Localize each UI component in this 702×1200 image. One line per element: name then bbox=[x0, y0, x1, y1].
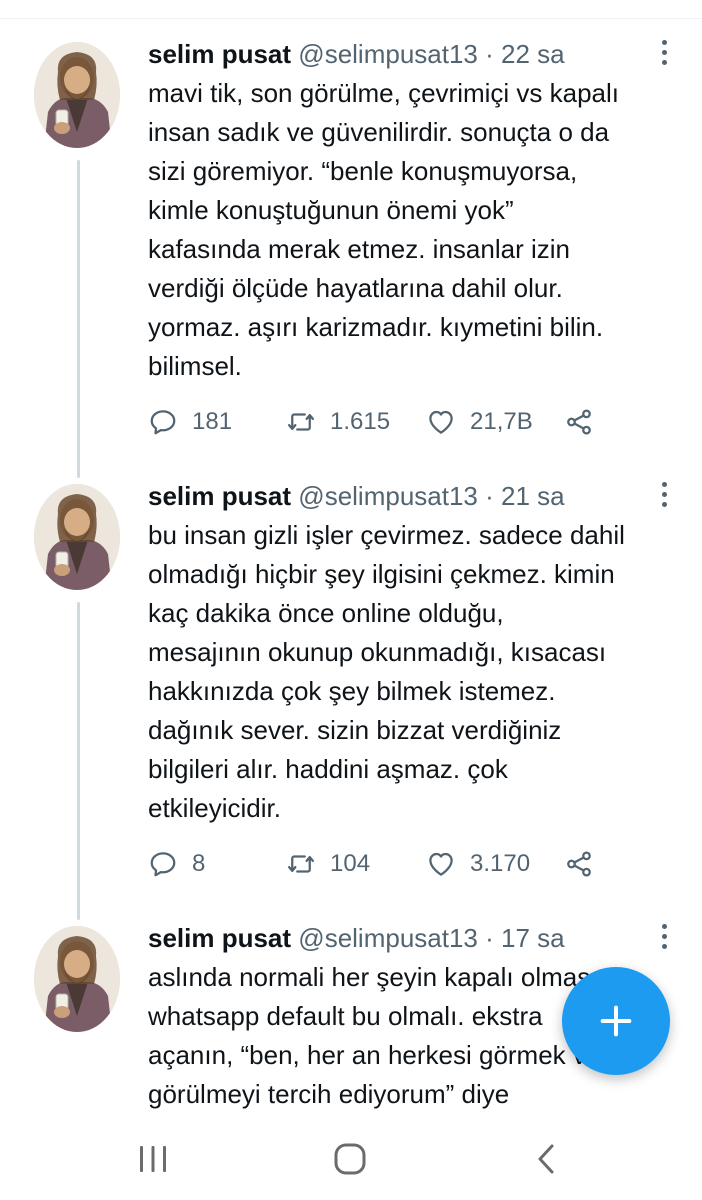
tweet-header: selim pusat @selimpusat13 · 21 sa bbox=[148, 478, 684, 514]
recents-button[interactable] bbox=[128, 1134, 178, 1184]
avatar[interactable] bbox=[34, 42, 120, 148]
more-vertical-icon[interactable] bbox=[658, 924, 670, 952]
share-button[interactable] bbox=[564, 844, 608, 884]
separator-dot: · bbox=[485, 481, 494, 511]
avatar-image bbox=[34, 926, 120, 1032]
separator-dot: · bbox=[485, 39, 494, 69]
separator-dot: · bbox=[485, 923, 494, 953]
tweet-text: bu insan gizli işler çevirmez. sadece da… bbox=[148, 520, 625, 823]
retweet-count: 1.615 bbox=[330, 408, 391, 435]
reply-button[interactable]: 181 bbox=[148, 402, 232, 442]
more-vertical-icon[interactable] bbox=[658, 482, 670, 510]
tweet-body: selim pusat @selimpusat13 · 21 sa bu ins… bbox=[148, 478, 684, 828]
system-nav-bar bbox=[0, 1120, 702, 1200]
tweet-header: selim pusat @selimpusat13 · 17 sa bbox=[148, 920, 684, 956]
like-count: 21,7B bbox=[470, 408, 533, 435]
heart-icon bbox=[429, 410, 453, 434]
retweet-button[interactable]: 104 bbox=[286, 844, 370, 884]
heart-icon bbox=[429, 852, 453, 876]
back-icon bbox=[538, 1144, 554, 1174]
timestamp[interactable]: 21 sa bbox=[501, 481, 565, 511]
user-handle[interactable]: @selimpusat13 bbox=[298, 39, 478, 69]
user-handle[interactable]: @selimpusat13 bbox=[298, 923, 478, 953]
avatar-image bbox=[34, 42, 120, 148]
timeline: selim pusat @selimpusat13 · 22 sa mavi t… bbox=[0, 0, 702, 1117]
share-button[interactable] bbox=[564, 402, 608, 442]
share-icon bbox=[567, 851, 591, 877]
avatar[interactable] bbox=[34, 926, 120, 1032]
tweet-header: selim pusat @selimpusat13 · 22 sa bbox=[148, 36, 684, 72]
back-button[interactable] bbox=[522, 1134, 572, 1184]
plus-icon bbox=[600, 1005, 632, 1037]
reply-button[interactable]: 8 bbox=[148, 844, 205, 884]
avatar-image bbox=[34, 484, 120, 590]
like-button[interactable]: 3.170 bbox=[426, 844, 530, 884]
tweet-text: mavi tik, son görülme, çevrimiçi vs kapa… bbox=[148, 78, 620, 381]
like-button[interactable]: 21,7B bbox=[426, 402, 533, 442]
home-button[interactable] bbox=[325, 1134, 375, 1184]
tweet-actions: 181 1.615 21,7B bbox=[148, 402, 618, 442]
retweet-button[interactable]: 1.615 bbox=[286, 402, 390, 442]
like-count: 3.170 bbox=[470, 850, 531, 877]
reply-icon bbox=[150, 852, 176, 877]
reply-count: 8 bbox=[192, 850, 206, 877]
display-name[interactable]: selim pusat bbox=[148, 481, 291, 511]
retweet-icon bbox=[288, 855, 314, 873]
display-name[interactable]: selim pusat bbox=[148, 39, 291, 69]
retweet-count: 104 bbox=[330, 850, 371, 877]
timestamp[interactable]: 22 sa bbox=[501, 39, 565, 69]
timestamp[interactable]: 17 sa bbox=[501, 923, 565, 953]
more-vertical-icon[interactable] bbox=[658, 40, 670, 68]
reply-icon bbox=[150, 410, 176, 435]
tweet-actions: 8 104 3.170 bbox=[148, 844, 618, 884]
display-name[interactable]: selim pusat bbox=[148, 923, 291, 953]
avatar[interactable] bbox=[34, 484, 120, 590]
user-handle[interactable]: @selimpusat13 bbox=[298, 481, 478, 511]
share-icon bbox=[567, 409, 591, 435]
recents-icon bbox=[140, 1146, 166, 1172]
tweet-body: selim pusat @selimpusat13 · 22 sa mavi t… bbox=[148, 36, 684, 386]
retweet-icon bbox=[288, 413, 314, 431]
reply-count: 181 bbox=[192, 408, 233, 435]
home-icon bbox=[334, 1143, 366, 1175]
compose-button[interactable] bbox=[562, 967, 670, 1075]
